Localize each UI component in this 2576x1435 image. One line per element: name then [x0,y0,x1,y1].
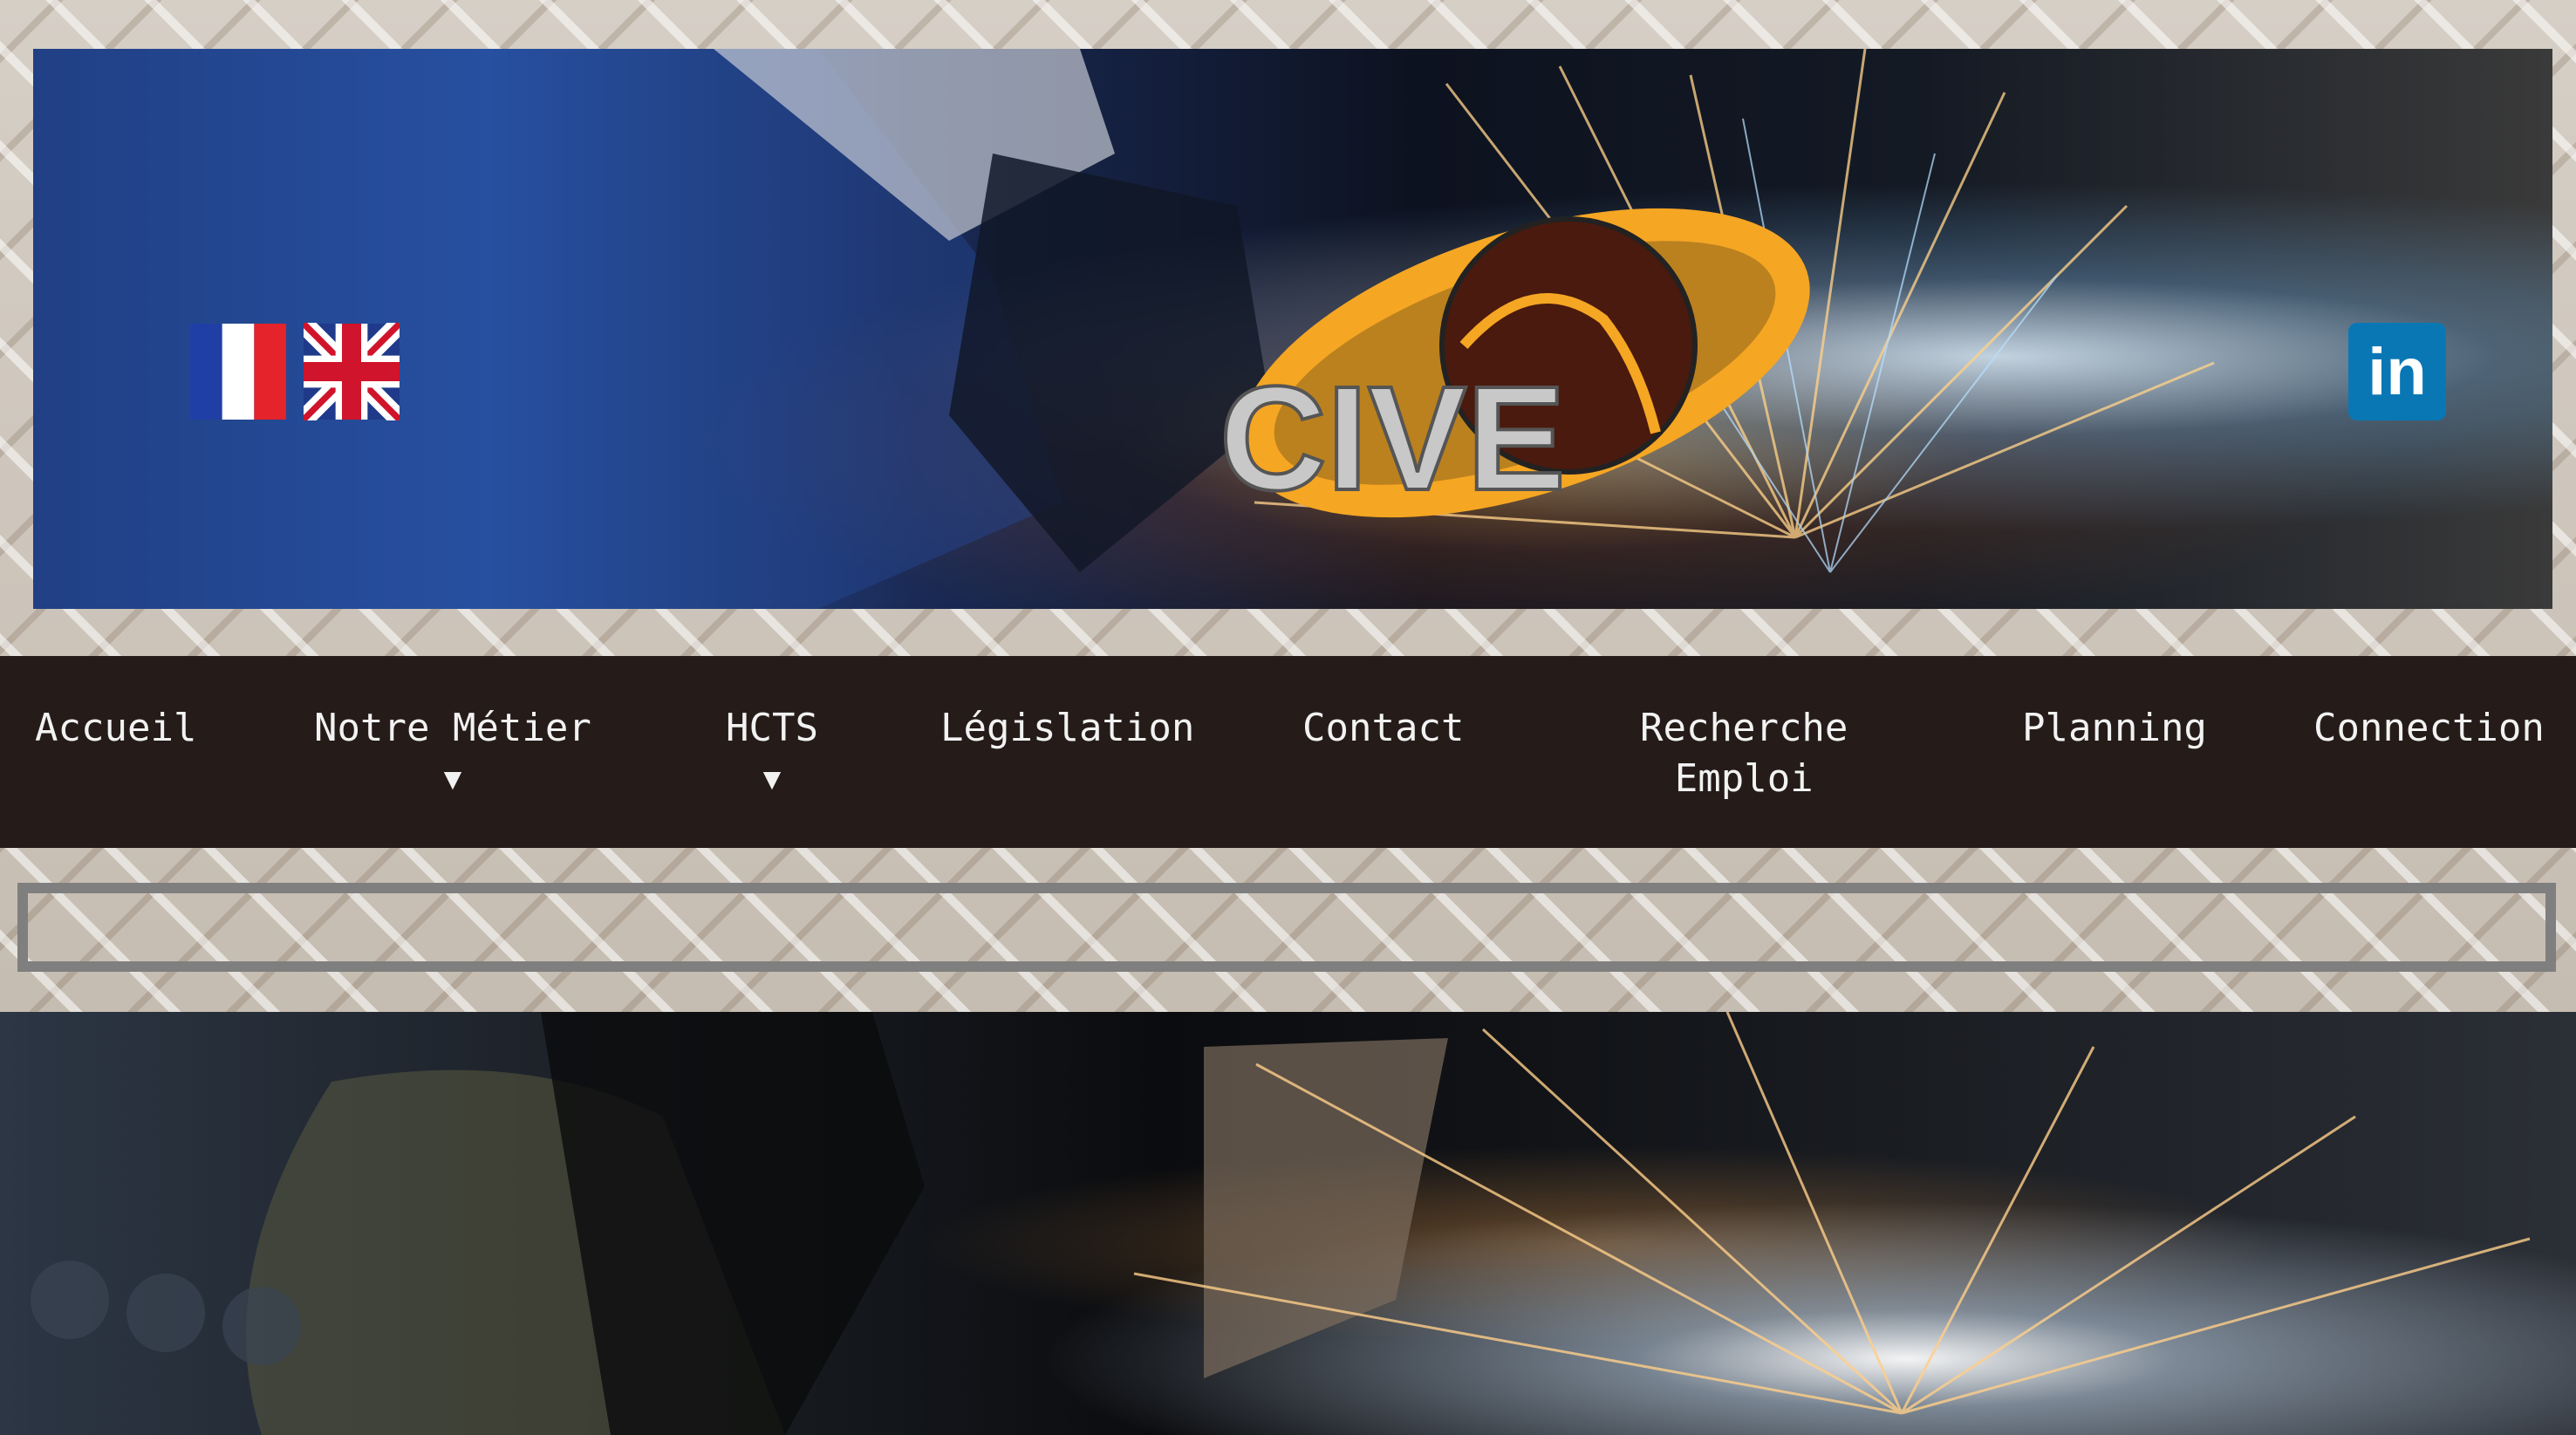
dropdown-arrow-icon: ▼ [762,762,782,796]
logo-text: CIVE [1220,356,1566,522]
nav-label: Contact [1302,706,1465,750]
nav-label: Planning [2022,706,2207,750]
nav-label: Législation [940,706,1195,750]
nav-item-contact[interactable]: Contact [1302,703,1464,754]
nav-item-accueil[interactable]: Accueil [35,703,196,754]
uk-flag-icon[interactable] [304,323,400,420]
nav-label-2: Emploi [1674,756,1814,801]
nav-label: Recherche [1640,706,1848,750]
dropdown-arrow-icon: ▼ [443,762,462,796]
cive-logo[interactable]: CIVE [1202,171,1848,572]
nav-label: Notre Métier [314,706,591,750]
welding-photo [0,1012,2576,1435]
empty-content-frame [17,883,2556,972]
nav-item-legislation[interactable]: Législation [940,703,1194,754]
welding-photo-image [31,1012,2531,1435]
hero-banner: CIVE in [33,49,2552,609]
france-flag-icon[interactable] [190,323,286,420]
svg-text:in: in [2368,335,2427,409]
nav-label: HCTS [726,706,818,750]
nav-label: Connection [2313,706,2545,750]
nav-item-notre-metier[interactable]: Notre Métier ▼ [314,703,591,804]
nav-item-recherche-emploi[interactable]: Recherche Emploi [1640,703,1848,804]
nav-label: Accueil [35,706,197,750]
main-nav: Accueil Notre Métier ▼ HCTS ▼ Législatio… [0,656,2576,848]
nav-item-hcts[interactable]: HCTS ▼ [726,703,818,804]
linkedin-icon[interactable]: in [2348,323,2446,420]
language-switcher [190,323,400,420]
nav-item-planning[interactable]: Planning [2022,703,2207,754]
nav-item-connection[interactable]: Connection [2313,703,2545,754]
